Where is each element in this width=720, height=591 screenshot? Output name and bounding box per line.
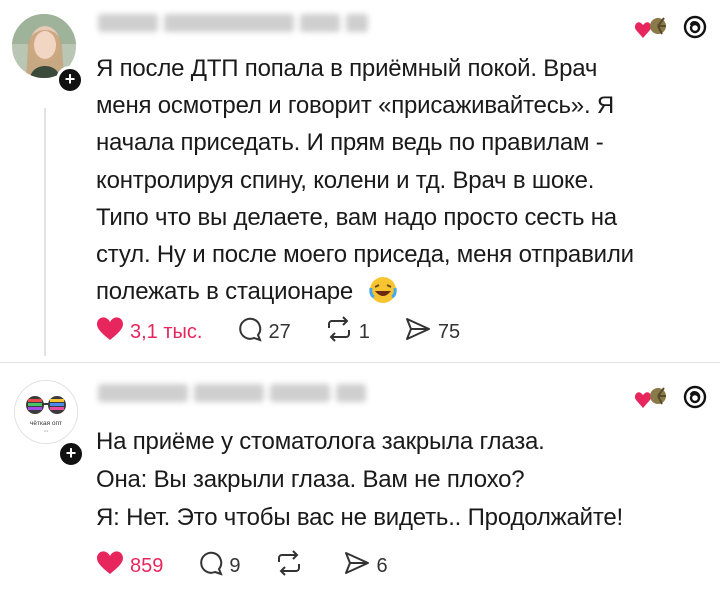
laughing-emoji-icon	[368, 275, 398, 316]
username[interactable]	[98, 14, 374, 32]
like-count: 3,1 тыс.	[130, 320, 203, 343]
heart-seedling-icon	[634, 384, 668, 415]
like-button[interactable]: 859	[96, 550, 163, 582]
share-button[interactable]: 75	[404, 316, 460, 348]
send-icon	[404, 316, 432, 348]
text-line: Я: Нет. Это чтобы вас не видеть.. Продол…	[96, 504, 624, 531]
svg-text:•••: •••	[44, 428, 49, 433]
comment-button[interactable]: 27	[236, 316, 291, 348]
username[interactable]	[98, 384, 372, 402]
text-line: Она: Вы закрыли глаза. Вам не плохо?	[96, 466, 525, 493]
repost-count: 1	[358, 320, 370, 343]
comment-count: 9	[229, 554, 241, 577]
follow-button[interactable]: +	[56, 66, 84, 94]
text-line: контролируя спину, колени и тд. Врач в ш…	[96, 166, 595, 194]
post-header-actions	[634, 14, 708, 45]
text-line: меня осмотрел и говорит «присаживайтесь»…	[96, 92, 615, 120]
text-line: начала приседать. И прям ведь по правила…	[96, 129, 604, 157]
like-count: 859	[130, 554, 164, 577]
avatar-brand-text: чёткая опт	[30, 420, 62, 427]
repost-icon	[325, 316, 353, 348]
avatar[interactable]: чёткая опт •••	[14, 380, 78, 444]
thread-post: чёткая опт ••• + На приёме у стоматолога…	[0, 362, 720, 591]
share-count: 75	[437, 320, 461, 343]
share-button[interactable]: 6	[343, 550, 388, 582]
text-line: Типо что вы делаете, вам надо просто сес…	[96, 203, 617, 231]
threads-logo-icon[interactable]	[682, 384, 708, 415]
send-icon	[343, 550, 371, 582]
post-text: Я после ДТП попала в приёмный покой. Вра…	[96, 50, 696, 316]
repost-button[interactable]: 1	[325, 316, 370, 348]
comment-button[interactable]: 9	[197, 550, 241, 582]
text-line: Я после ДТП попала в приёмный покой. Вра…	[96, 55, 598, 82]
heart-filled-icon	[96, 316, 124, 348]
heart-seedling-icon	[634, 14, 668, 45]
comment-bubble-icon	[197, 550, 224, 582]
text-line: стул. Ну и после моего приседа, меня отп…	[96, 241, 634, 269]
threads-logo-icon[interactable]	[682, 14, 708, 45]
comment-bubble-icon	[236, 316, 263, 348]
post-actions: 859 9 6	[96, 550, 422, 582]
post-text: На приёме у стоматолога закрыла глаза. О…	[96, 423, 696, 537]
heart-filled-icon	[96, 550, 124, 582]
post-actions: 3,1 тыс. 27 1 75	[96, 316, 494, 348]
thread-line	[44, 108, 46, 356]
thread-post: + Я после ДТП попала в приёмный покой. В…	[0, 0, 720, 362]
repost-icon	[275, 550, 303, 582]
share-count: 6	[376, 554, 388, 577]
comment-count: 27	[268, 320, 291, 343]
post-header-actions	[634, 384, 708, 415]
repost-button[interactable]	[275, 550, 309, 582]
like-button[interactable]: 3,1 тыс.	[96, 316, 202, 348]
text-line-last: полежать в стационаре	[96, 273, 696, 316]
follow-button[interactable]: +	[57, 440, 85, 468]
text-line: На приёме у стоматолога закрыла глаза.	[96, 428, 545, 455]
